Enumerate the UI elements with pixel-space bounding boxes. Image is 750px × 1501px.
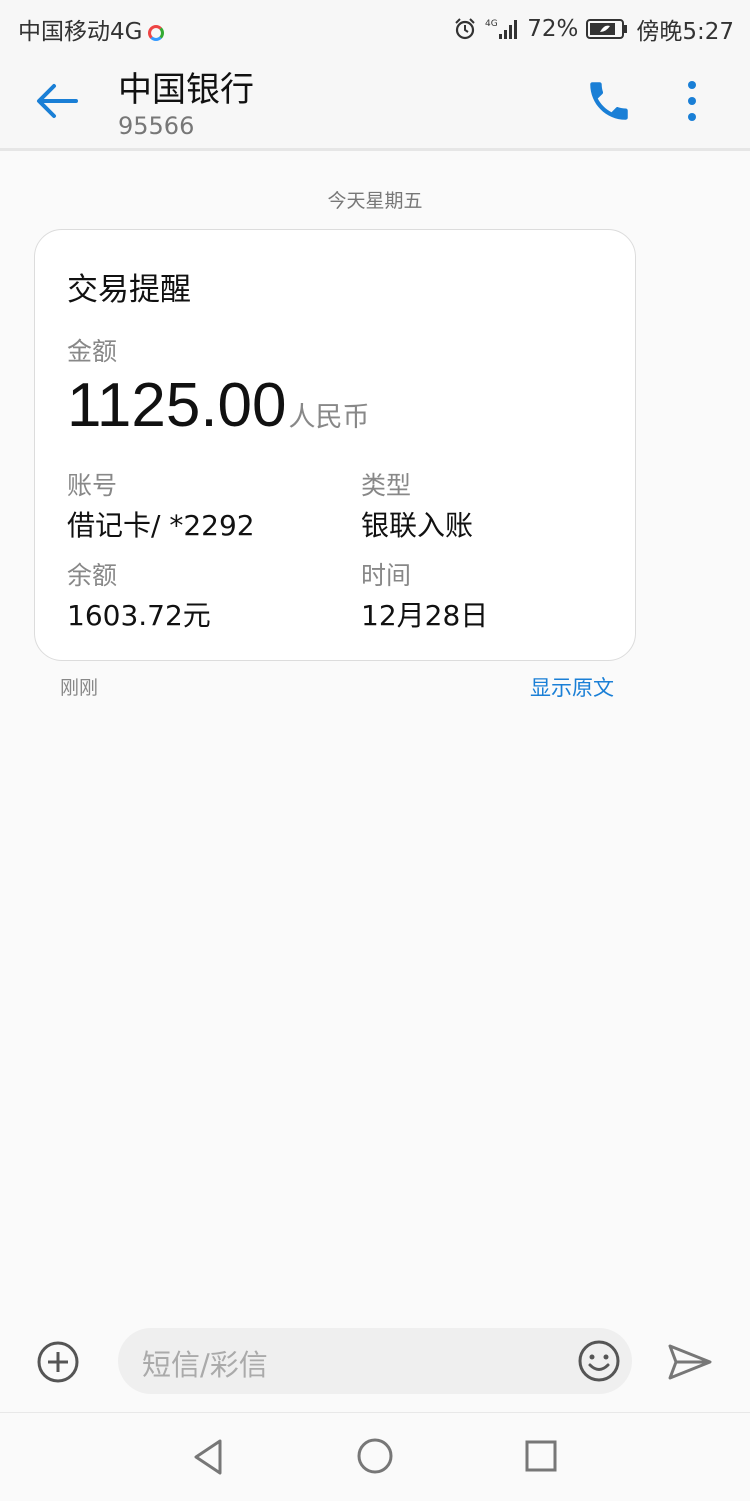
- amount-value: 1125.00: [67, 371, 287, 440]
- balance-label: 余额: [67, 561, 118, 590]
- transaction-message-card[interactable]: 交易提醒 金额 1125.00人民币 账号 借记卡/ *2292 类型 银联入账…: [34, 229, 636, 661]
- system-nav-bar: [0, 1412, 750, 1501]
- message-timestamp: 刚刚: [60, 677, 99, 699]
- battery-icon: [586, 18, 628, 40]
- composer-bar: 短信/彩信: [0, 1320, 750, 1410]
- contact-name: 中国银行: [118, 70, 254, 110]
- amount-unit: 人民币: [288, 402, 370, 433]
- nav-recent-button[interactable]: [524, 1439, 558, 1473]
- add-attachment-button[interactable]: [36, 1340, 80, 1384]
- date-divider: 今天星期五: [327, 190, 423, 212]
- card-heading: 交易提醒: [67, 272, 191, 308]
- circle-home-icon: [357, 1438, 393, 1474]
- send-button[interactable]: [666, 1340, 714, 1384]
- message-input-placeholder: 短信/彩信: [142, 1348, 268, 1382]
- app-bar: 中国银行 95566: [0, 52, 750, 151]
- account-value: 借记卡/ *2292: [67, 509, 255, 542]
- nav-home-button[interactable]: [356, 1437, 394, 1475]
- emoji-button[interactable]: [576, 1338, 622, 1384]
- triangle-back-icon: [194, 1439, 222, 1475]
- more-options-button[interactable]: [672, 76, 712, 126]
- plus-circle-icon: [37, 1341, 79, 1383]
- phone-icon: [590, 82, 628, 120]
- status-indicators: 4G 72% 傍晚5:27: [453, 12, 734, 46]
- battery-percent: 72%: [527, 16, 579, 42]
- square-recent-icon: [525, 1440, 557, 1472]
- type-label: 类型: [361, 471, 412, 500]
- back-button[interactable]: [30, 78, 84, 124]
- network-type-label: 4G: [485, 19, 498, 29]
- time-label: 时间: [361, 561, 412, 590]
- arrow-left-icon: [37, 84, 78, 118]
- amount-row: 1125.00人民币: [67, 370, 370, 441]
- signal-icon: 4G: [485, 17, 519, 41]
- send-icon: [668, 1344, 712, 1380]
- contact-number: 95566: [118, 112, 195, 140]
- carrier-info: 中国移动4G: [18, 12, 165, 46]
- more-vertical-icon: [688, 81, 696, 121]
- type-value: 银联入账: [361, 509, 474, 542]
- balance-value: 1603.72元: [67, 599, 211, 632]
- clock: 傍晚5:27: [636, 19, 734, 45]
- status-bar: 中国移动4G 4G 72% 傍晚5:27: [0, 0, 750, 52]
- alarm-icon: [453, 17, 477, 41]
- show-original-link[interactable]: 显示原文: [530, 672, 614, 702]
- time-value: 12月28日: [361, 599, 489, 632]
- message-input[interactable]: 短信/彩信: [118, 1328, 632, 1394]
- call-button[interactable]: [584, 76, 634, 126]
- account-label: 账号: [67, 471, 118, 500]
- carrier-app-icon: [148, 25, 165, 41]
- nav-back-button[interactable]: [190, 1437, 226, 1477]
- smiley-icon: [578, 1340, 620, 1382]
- carrier-name: 中国移动4G: [18, 19, 143, 45]
- amount-label: 金额: [67, 337, 118, 366]
